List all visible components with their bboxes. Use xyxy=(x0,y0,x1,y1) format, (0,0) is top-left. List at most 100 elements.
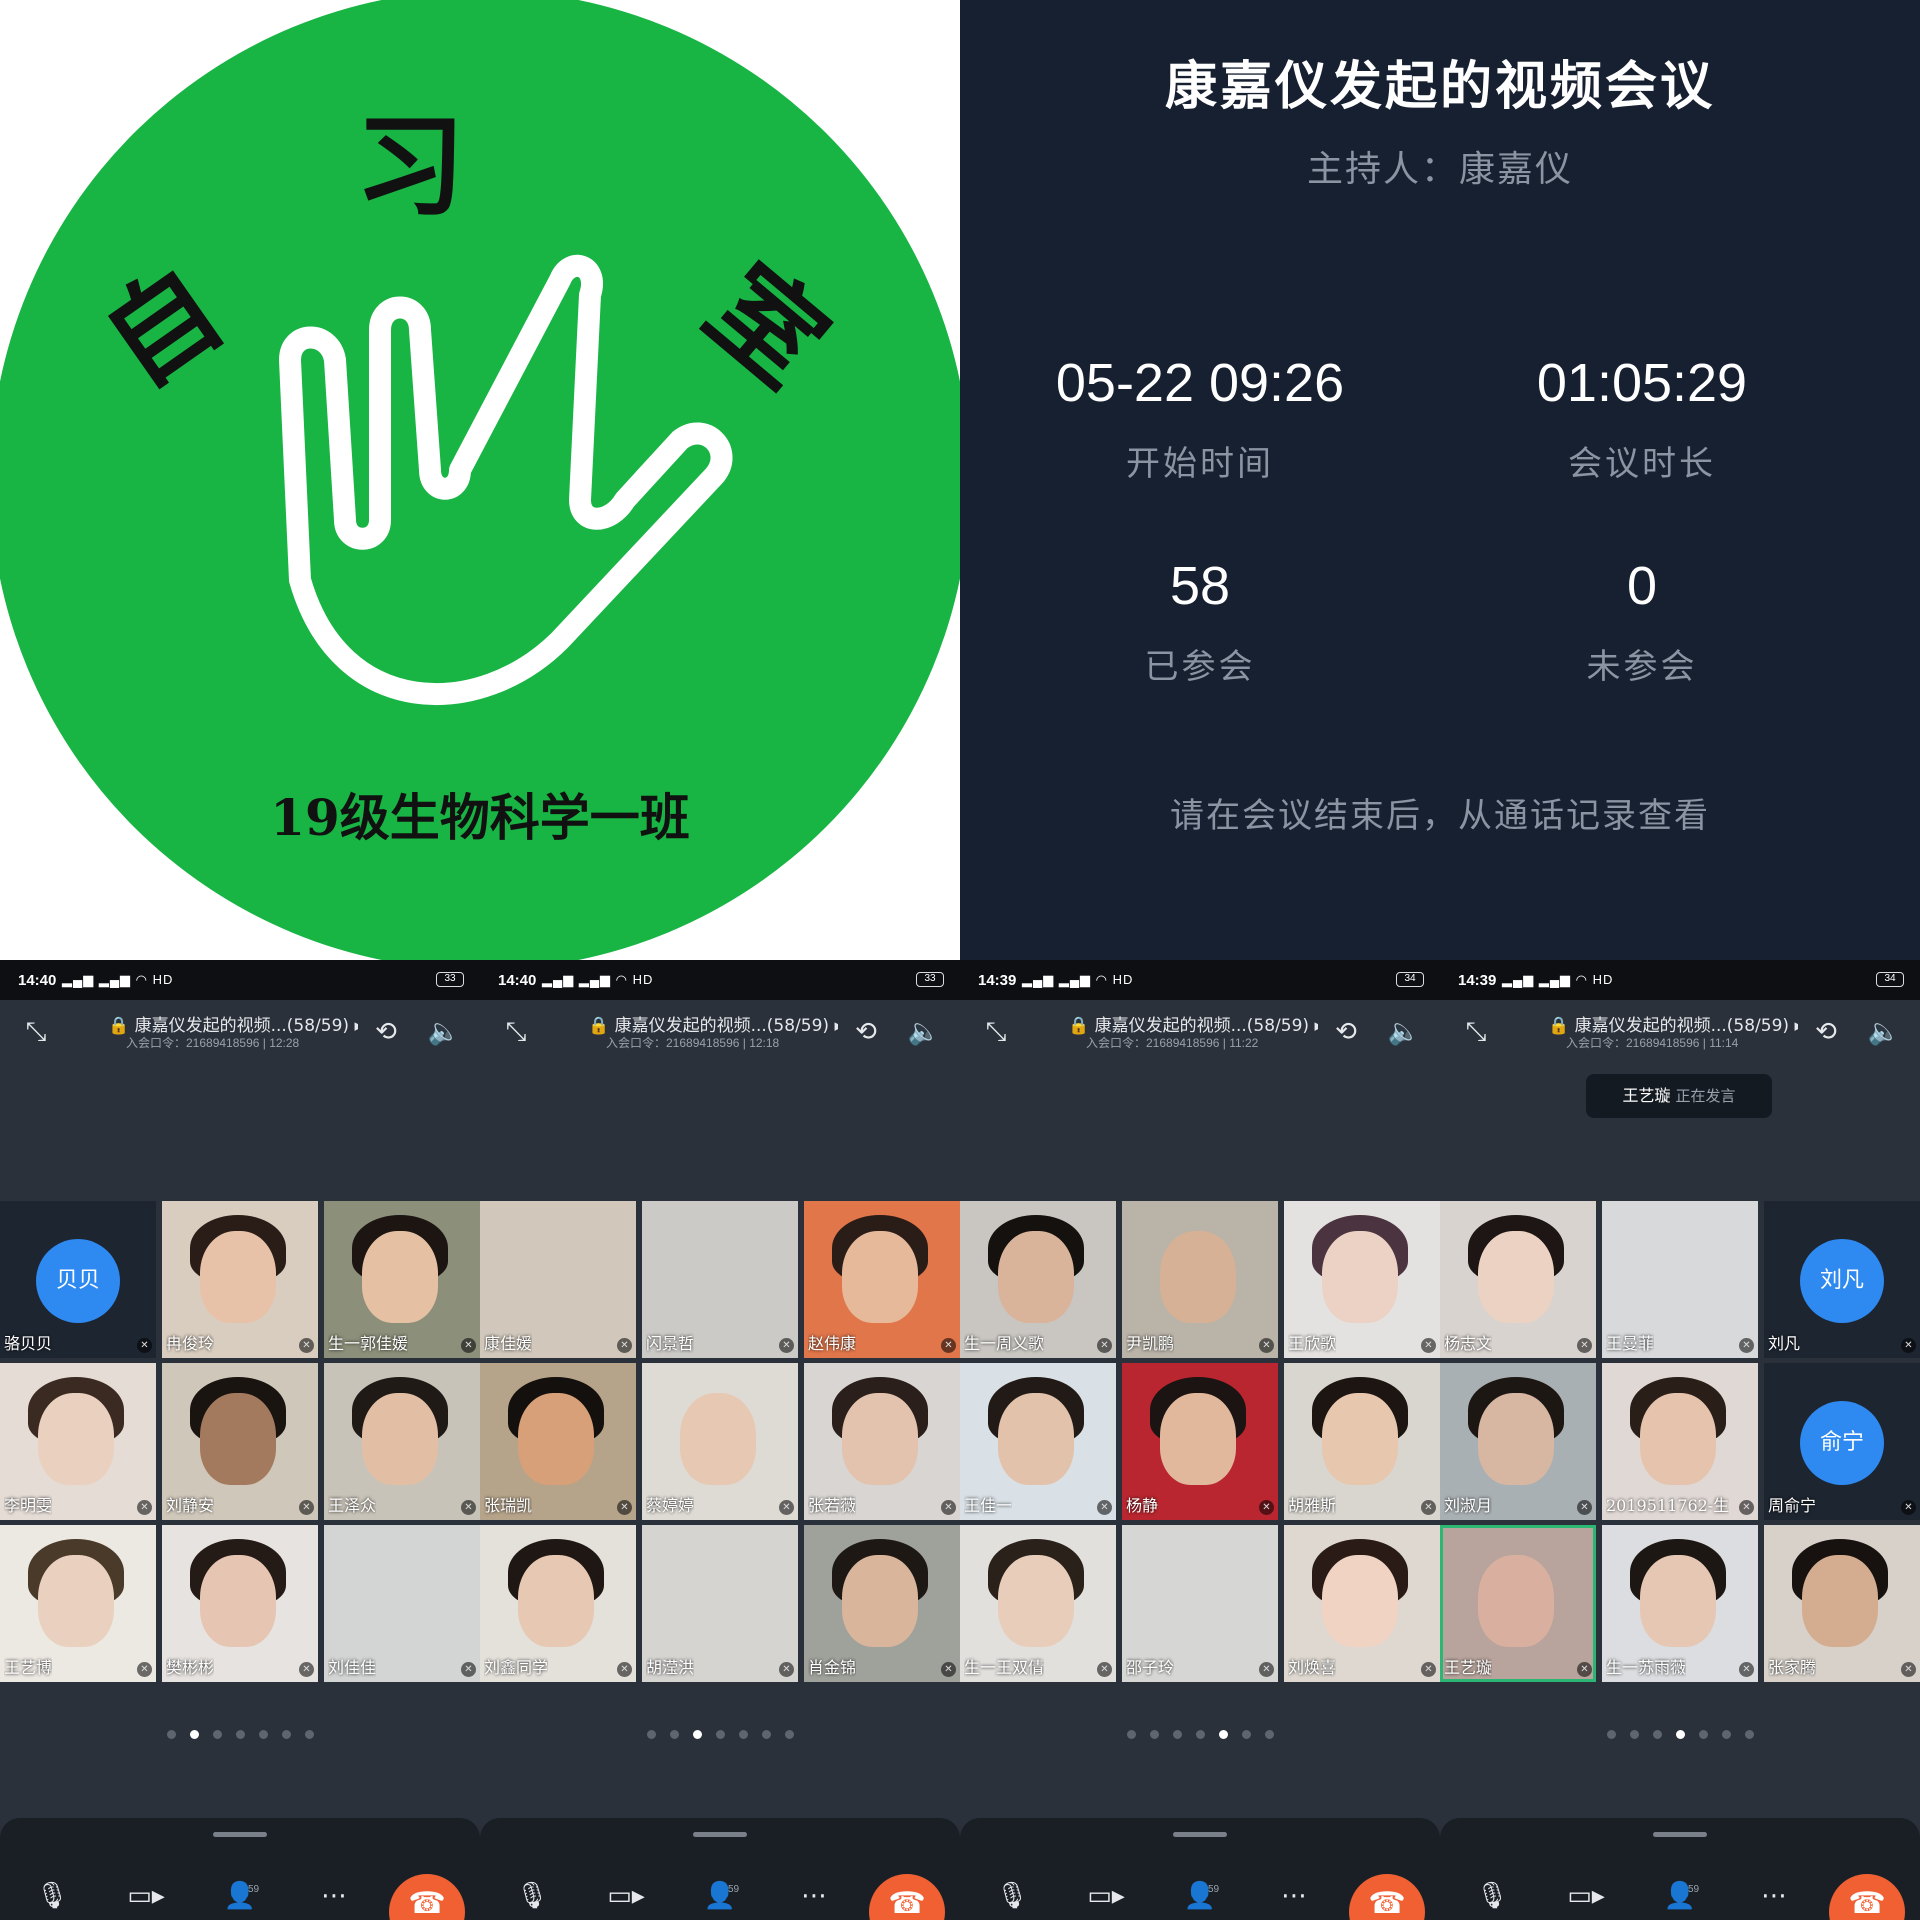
participant-video-tile[interactable]: 杨志文 ✕ xyxy=(1440,1201,1596,1358)
page-indicator-dot[interactable] xyxy=(1698,1730,1708,1739)
page-indicator-dot[interactable] xyxy=(166,1730,176,1739)
participant-video-tile[interactable]: 刘焕喜 ✕ xyxy=(1284,1525,1440,1682)
page-indicator-dot[interactable] xyxy=(1218,1730,1228,1739)
participant-video-tile[interactable]: 刘淑月 ✕ xyxy=(1440,1363,1596,1520)
page-indicator-dot[interactable] xyxy=(1264,1730,1274,1739)
page-indicator-dot[interactable] xyxy=(304,1730,314,1739)
participant-video-tile[interactable]: 李明雯 ✕ xyxy=(0,1363,156,1520)
hang-up-button[interactable]: ☎ xyxy=(389,1874,465,1920)
switch-camera-icon[interactable]: ⟲ xyxy=(846,1012,886,1052)
page-indicator-dot[interactable] xyxy=(1629,1730,1639,1739)
page-indicator-dot[interactable] xyxy=(1606,1730,1616,1739)
page-indicator-dot[interactable] xyxy=(669,1730,679,1739)
page-indicator-dot[interactable] xyxy=(1721,1730,1731,1739)
participant-video-tile[interactable]: 俞宁 周俞宁 ✕ xyxy=(1764,1363,1920,1520)
more-button[interactable]: ⋯ xyxy=(1752,1874,1796,1918)
minimize-icon[interactable]: ⤡ xyxy=(1456,1012,1496,1052)
page-indicator-dot[interactable] xyxy=(1195,1730,1205,1739)
participant-video-tile[interactable]: 王艺璇 ✕ xyxy=(1440,1525,1596,1682)
minimize-icon[interactable]: ⤡ xyxy=(976,1012,1016,1052)
participant-video-tile[interactable]: 樊彬彬 ✕ xyxy=(162,1525,318,1682)
participant-video-tile[interactable]: 邵子玲 ✕ xyxy=(1122,1525,1278,1682)
toolbar-handle[interactable] xyxy=(213,1832,267,1837)
participants-button[interactable]: 👤 59 xyxy=(218,1874,262,1918)
participant-video-tile[interactable]: 杨静 ✕ xyxy=(1122,1363,1278,1520)
participant-video-tile[interactable]: 生一王双倩 ✕ xyxy=(960,1525,1116,1682)
speaker-icon[interactable]: 🔈 xyxy=(904,1012,944,1052)
meeting-header-title[interactable]: 🔒 康嘉仪发起的视频...(58/59) ▸ xyxy=(588,1011,838,1036)
microphone-button[interactable]: 🎙 xyxy=(30,1874,74,1918)
participant-video-tile[interactable]: 闪景哲 ✕ xyxy=(642,1201,798,1358)
participant-video-tile[interactable]: 张家腾 ✕ xyxy=(1764,1525,1920,1682)
switch-camera-icon[interactable]: ⟲ xyxy=(1806,1012,1846,1052)
page-indicator-dot[interactable] xyxy=(1149,1730,1159,1739)
page-indicator-dot[interactable] xyxy=(189,1730,199,1739)
participant-video-tile[interactable]: 刘佳佳 ✕ xyxy=(324,1525,480,1682)
hang-up-button[interactable]: ☎ xyxy=(1829,1874,1905,1920)
more-button[interactable]: ⋯ xyxy=(792,1874,836,1918)
participant-video-tile[interactable]: 冉俊玲 ✕ xyxy=(162,1201,318,1358)
participants-button[interactable]: 👤 59 xyxy=(1178,1874,1222,1918)
switch-camera-icon[interactable]: ⟲ xyxy=(366,1012,406,1052)
participant-video-tile[interactable]: 王佳一 ✕ xyxy=(960,1363,1116,1520)
participant-video-tile[interactable]: 康佳媛 ✕ xyxy=(480,1201,636,1358)
participant-video-tile[interactable]: 王欣歌 ✕ xyxy=(1284,1201,1440,1358)
participant-video-tile[interactable]: 刘鑫同学 ✕ xyxy=(480,1525,636,1682)
page-indicator-dot[interactable] xyxy=(1744,1730,1754,1739)
toolbar-handle[interactable] xyxy=(1653,1832,1707,1837)
participant-video-tile[interactable]: 赵伟康 ✕ xyxy=(804,1201,960,1358)
participant-video-tile[interactable]: 2019511762-生 ✕ xyxy=(1602,1363,1758,1520)
camera-button[interactable]: ▭▸ xyxy=(124,1874,168,1918)
minimize-icon[interactable]: ⤡ xyxy=(496,1012,536,1052)
page-indicator-dot[interactable] xyxy=(1675,1730,1685,1739)
page-indicator-dot[interactable] xyxy=(738,1730,748,1739)
participant-video-tile[interactable]: 蔡婷婷 ✕ xyxy=(642,1363,798,1520)
minimize-icon[interactable]: ⤡ xyxy=(16,1012,56,1052)
page-indicator-dot[interactable] xyxy=(692,1730,702,1739)
participant-video-tile[interactable]: 胡雅斯 ✕ xyxy=(1284,1363,1440,1520)
meeting-header-title[interactable]: 🔒 康嘉仪发起的视频...(58/59) ▸ xyxy=(108,1011,358,1036)
speaker-icon[interactable]: 🔈 xyxy=(1864,1012,1904,1052)
participant-video-tile[interactable]: 肖金锦 ✕ xyxy=(804,1525,960,1682)
microphone-button[interactable]: 🎙 xyxy=(510,1874,554,1918)
page-indicator-dot[interactable] xyxy=(1652,1730,1662,1739)
more-button[interactable]: ⋯ xyxy=(1272,1874,1316,1918)
page-indicator-dot[interactable] xyxy=(761,1730,771,1739)
participant-video-tile[interactable]: 刘静安 ✕ xyxy=(162,1363,318,1520)
participant-video-tile[interactable]: 胡滢洪 ✕ xyxy=(642,1525,798,1682)
participants-button[interactable]: 👤 59 xyxy=(1658,1874,1702,1918)
participant-video-tile[interactable]: 贝贝 骆贝贝 ✕ xyxy=(0,1201,156,1358)
page-indicator-dot[interactable] xyxy=(258,1730,268,1739)
speaker-icon[interactable]: 🔈 xyxy=(424,1012,464,1052)
page-indicator-dot[interactable] xyxy=(1126,1730,1136,1739)
hang-up-button[interactable]: ☎ xyxy=(1349,1874,1425,1920)
page-indicator-dot[interactable] xyxy=(212,1730,222,1739)
camera-button[interactable]: ▭▸ xyxy=(604,1874,648,1918)
more-button[interactable]: ⋯ xyxy=(312,1874,356,1918)
meeting-header-title[interactable]: 🔒 康嘉仪发起的视频...(58/59) ▸ xyxy=(1068,1011,1318,1036)
participants-button[interactable]: 👤 59 xyxy=(698,1874,742,1918)
participant-video-tile[interactable]: 张瑞凯 ✕ xyxy=(480,1363,636,1520)
participant-video-tile[interactable]: 尹凯鹏 ✕ xyxy=(1122,1201,1278,1358)
microphone-button[interactable]: 🎙 xyxy=(990,1874,1034,1918)
participant-video-tile[interactable]: 生一苏雨薇 ✕ xyxy=(1602,1525,1758,1682)
page-indicator-dot[interactable] xyxy=(1241,1730,1251,1739)
participant-video-tile[interactable]: 张若薇 ✕ xyxy=(804,1363,960,1520)
participant-video-tile[interactable]: 王泽众 ✕ xyxy=(324,1363,480,1520)
page-indicator-dot[interactable] xyxy=(1172,1730,1182,1739)
toolbar-handle[interactable] xyxy=(1173,1832,1227,1837)
hang-up-button[interactable]: ☎ xyxy=(869,1874,945,1920)
page-indicator-dot[interactable] xyxy=(715,1730,725,1739)
camera-button[interactable]: ▭▸ xyxy=(1084,1874,1128,1918)
participant-video-tile[interactable]: 刘凡 刘凡 ✕ xyxy=(1764,1201,1920,1358)
participant-video-tile[interactable]: 王艺博 ✕ xyxy=(0,1525,156,1682)
participant-video-tile[interactable]: 生一郭佳媛 ✕ xyxy=(324,1201,480,1358)
speaker-icon[interactable]: 🔈 xyxy=(1384,1012,1424,1052)
participant-video-tile[interactable]: 生一周义歌 ✕ xyxy=(960,1201,1116,1358)
page-indicator-dot[interactable] xyxy=(281,1730,291,1739)
camera-button[interactable]: ▭▸ xyxy=(1564,1874,1608,1918)
participant-video-tile[interactable]: 王曼菲 ✕ xyxy=(1602,1201,1758,1358)
microphone-button[interactable]: 🎙 xyxy=(1470,1874,1514,1918)
page-indicator-dot[interactable] xyxy=(784,1730,794,1739)
switch-camera-icon[interactable]: ⟲ xyxy=(1326,1012,1366,1052)
